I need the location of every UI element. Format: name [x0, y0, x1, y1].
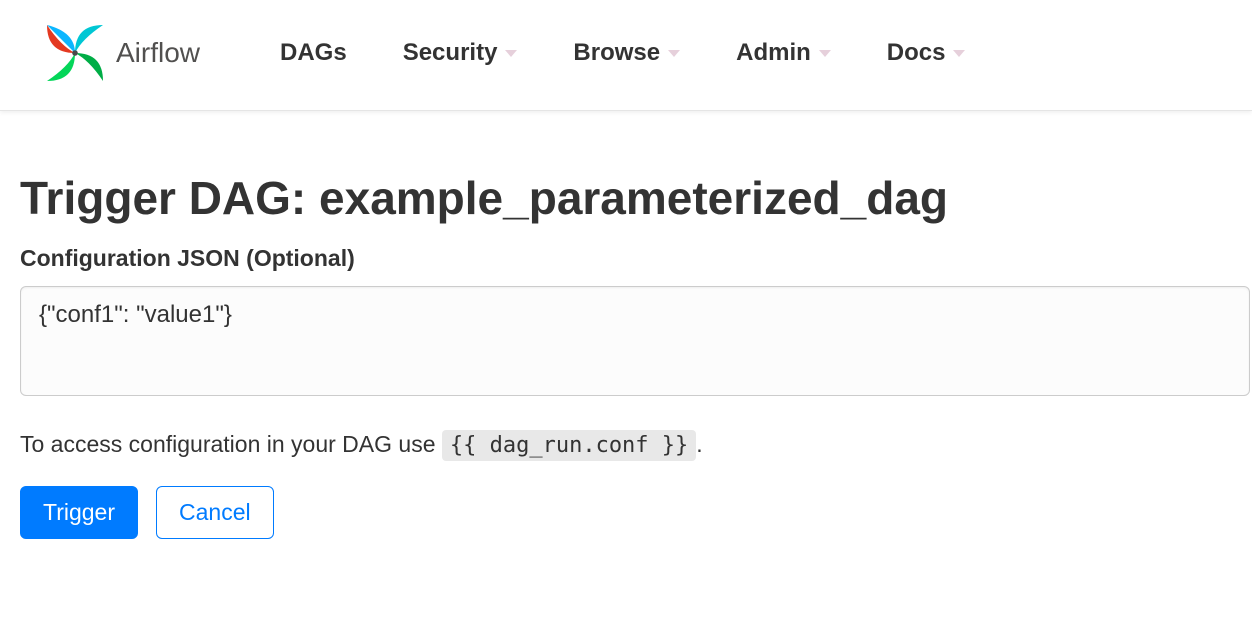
button-row: Trigger Cancel — [20, 486, 1252, 539]
hint-suffix: . — [696, 431, 702, 457]
nav-item-dags[interactable]: DAGs — [280, 39, 347, 67]
config-json-label: Configuration JSON (Optional) — [20, 245, 1252, 272]
caret-down-icon — [668, 50, 680, 57]
caret-down-icon — [953, 50, 965, 57]
config-json-input[interactable] — [20, 286, 1250, 396]
config-access-hint: To access configuration in your DAG use … — [20, 431, 1252, 458]
trigger-button[interactable]: Trigger — [20, 486, 138, 539]
nav-item-browse[interactable]: Browse — [573, 39, 680, 67]
nav-label: DAGs — [280, 39, 347, 67]
caret-down-icon — [819, 50, 831, 57]
main-content: Trigger DAG: example_parameterized_dag C… — [0, 111, 1252, 539]
navbar: Airflow DAGs Security Browse Admin Docs — [0, 0, 1252, 111]
nav-item-security[interactable]: Security — [403, 39, 518, 67]
airflow-pinwheel-icon — [40, 18, 110, 88]
nav-label: Browse — [573, 39, 660, 67]
nav-item-admin[interactable]: Admin — [736, 39, 831, 67]
page-title: Trigger DAG: example_parameterized_dag — [20, 171, 1252, 225]
brand-name: Airflow — [116, 37, 200, 69]
hint-code: {{ dag_run.conf }} — [442, 430, 696, 461]
nav-label: Security — [403, 39, 498, 67]
caret-down-icon — [505, 50, 517, 57]
hint-prefix: To access configuration in your DAG use — [20, 431, 442, 457]
nav-label: Admin — [736, 39, 811, 67]
cancel-button[interactable]: Cancel — [156, 486, 274, 539]
nav-label: Docs — [887, 39, 946, 67]
nav-item-docs[interactable]: Docs — [887, 39, 966, 67]
nav-links: DAGs Security Browse Admin Docs — [280, 39, 965, 67]
brand[interactable]: Airflow — [40, 18, 200, 88]
